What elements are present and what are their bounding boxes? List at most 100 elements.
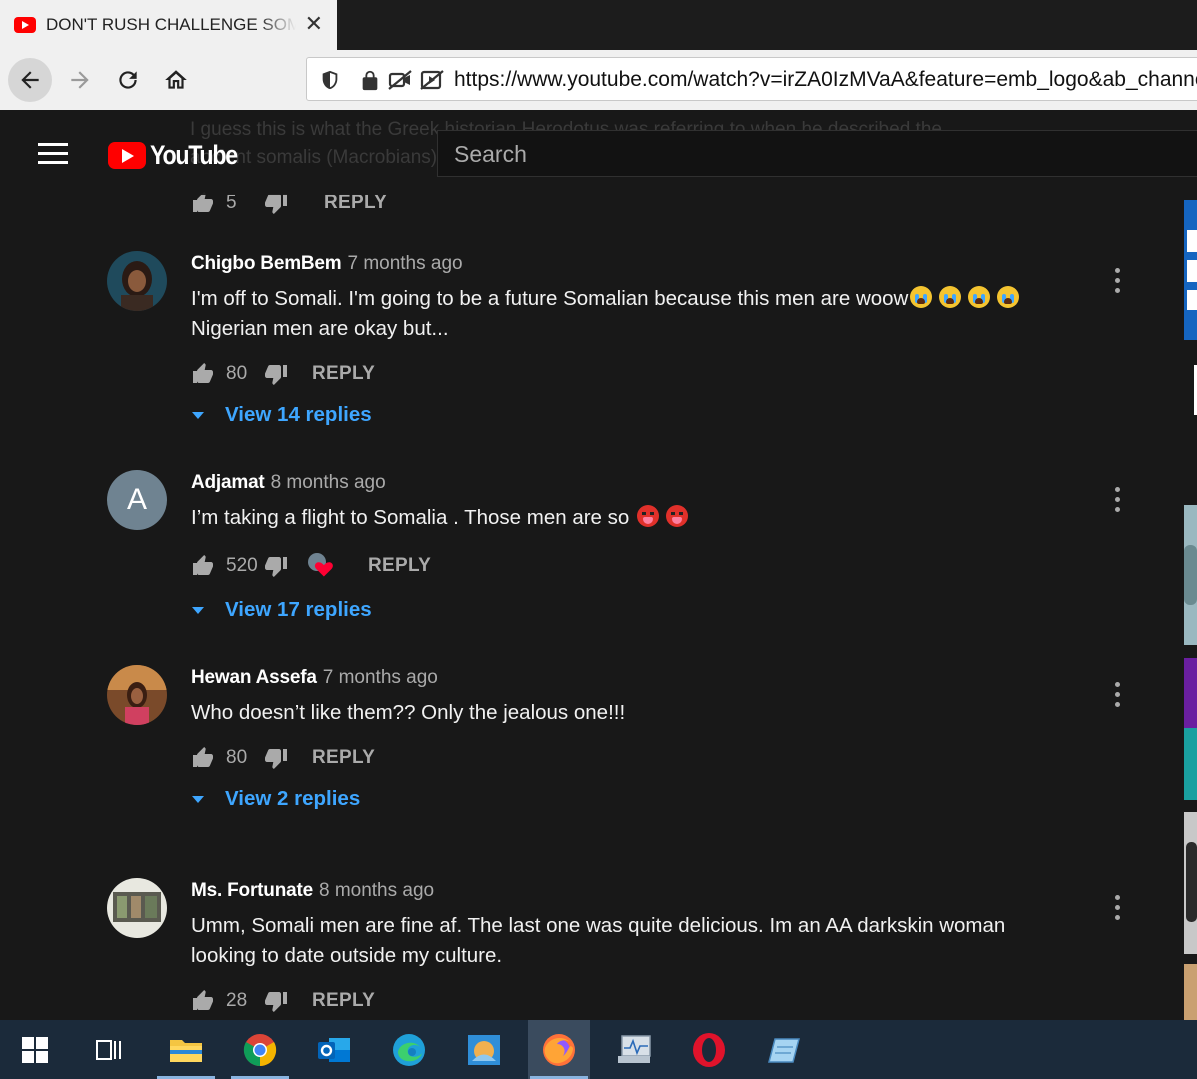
loudly-crying-face-icon <box>997 286 1020 308</box>
thumbs-up-icon[interactable] <box>191 362 215 386</box>
comment-author[interactable]: Chigbo BemBem <box>191 253 342 274</box>
system-monitor-icon <box>618 1034 651 1063</box>
back-button[interactable] <box>8 58 52 102</box>
comment-time[interactable]: 7 months ago <box>347 253 462 274</box>
reload-button[interactable] <box>106 58 150 102</box>
caret-down-icon <box>192 795 204 803</box>
recommended-thumbnail[interactable] <box>1184 355 1197 495</box>
reply-button[interactable]: REPLY <box>324 192 387 214</box>
comment-time[interactable]: 7 months ago <box>323 667 438 688</box>
like-count: 80 <box>226 363 248 384</box>
camera-blocked-icon[interactable] <box>387 68 413 92</box>
comment-menu-icon[interactable] <box>1110 485 1126 515</box>
notepad-icon <box>768 1037 800 1063</box>
thumbs-up-icon[interactable] <box>191 746 215 770</box>
search-input[interactable] <box>454 141 1154 167</box>
windows-start-button[interactable] <box>4 1020 66 1079</box>
caret-down-icon <box>192 606 204 614</box>
thumbs-down-icon[interactable] <box>264 554 288 578</box>
close-tab-icon[interactable]: ✕ <box>305 13 323 35</box>
comment-author[interactable]: Ms. Fortunate <box>191 880 313 901</box>
reply-button[interactable]: REPLY <box>312 747 375 769</box>
comment-author[interactable]: Hewan Assefa <box>191 667 317 688</box>
comment-author[interactable]: Adjamat <box>191 472 265 493</box>
comment-menu-icon[interactable] <box>1110 266 1126 296</box>
edge-icon <box>393 1033 425 1066</box>
file-explorer-button[interactable] <box>155 1020 217 1079</box>
folder-icon <box>170 1039 202 1062</box>
screen: 5 REPLY Chigbo BemBem 7 months ago I'm of… <box>0 0 1197 1079</box>
thumbs-up-icon[interactable] <box>191 989 215 1013</box>
task-view-button[interactable] <box>78 1020 140 1079</box>
recommended-thumbnail[interactable] <box>1184 658 1197 800</box>
comment-actions: 80 REPLY <box>191 361 375 387</box>
comment-text-line: I’m taking a flight to Somalia . Those m… <box>191 506 630 529</box>
reply-button[interactable]: REPLY <box>312 363 375 385</box>
avatar[interactable] <box>107 878 167 938</box>
search-box[interactable] <box>437 130 1197 177</box>
comment-header: Adjamat 8 months ago <box>191 472 386 494</box>
forward-button[interactable] <box>58 58 102 102</box>
menu-icon[interactable] <box>38 143 68 165</box>
avatar-image <box>107 665 167 725</box>
thumbs-down-icon[interactable] <box>264 746 288 770</box>
avatar-letter: A <box>126 483 147 516</box>
outlook-button[interactable] <box>303 1020 365 1079</box>
recommended-thumbnail[interactable] <box>1184 964 1197 1020</box>
photos-button[interactable] <box>453 1020 515 1079</box>
caret-down-icon <box>192 411 204 419</box>
thumbs-down-icon[interactable] <box>264 362 288 386</box>
chrome-button[interactable] <box>229 1020 291 1079</box>
url-text[interactable]: https://www.youtube.com/watch?v=irZA0IzM… <box>454 68 1197 92</box>
reload-icon <box>119 71 137 89</box>
comment-text-line: Umm, Somali men are fine af. The last on… <box>191 914 1006 937</box>
home-button[interactable] <box>154 58 198 102</box>
task-view-icon <box>96 1039 121 1060</box>
like-count: 28 <box>226 990 248 1011</box>
youtube-play-icon <box>108 142 146 169</box>
youtube-logo[interactable]: YouTube <box>108 140 251 171</box>
reply-button[interactable]: REPLY <box>312 990 375 1012</box>
comment-time[interactable]: 8 months ago <box>271 472 386 493</box>
thumbs-up-icon[interactable] <box>191 554 215 578</box>
view-replies-label: View 14 replies <box>225 403 372 426</box>
opera-icon <box>693 1032 725 1067</box>
comment-menu-icon[interactable] <box>1110 680 1126 710</box>
browser-tab[interactable]: DON'T RUSH CHALLENGE SOMALI ✕ <box>0 0 337 50</box>
loudly-crying-face-icon <box>939 286 962 308</box>
reply-button[interactable]: REPLY <box>368 555 431 577</box>
avatar[interactable] <box>107 665 167 725</box>
photos-icon <box>468 1034 500 1065</box>
system-monitor-button[interactable] <box>603 1020 665 1079</box>
url-bar[interactable]: https://www.youtube.com/watch?v=irZA0IzM… <box>306 57 1197 101</box>
recommended-thumbnail[interactable] <box>1184 505 1197 645</box>
avatar[interactable]: A <box>107 470 167 530</box>
view-replies-label: View 17 replies <box>225 598 372 621</box>
view-replies-button[interactable]: View 14 replies <box>190 403 372 427</box>
firefox-button[interactable] <box>528 1020 590 1079</box>
comment-actions: 80 REPLY <box>191 745 375 771</box>
edge-button[interactable] <box>378 1020 440 1079</box>
comment-text-line: Who doesn’t like them?? Only the jealous… <box>191 701 626 724</box>
recommended-thumbnail[interactable] <box>1184 200 1197 340</box>
shield-icon[interactable] <box>319 68 341 92</box>
home-icon <box>165 70 187 89</box>
autoplay-blocked-icon[interactable] <box>419 68 445 92</box>
windows-logo-icon <box>22 1036 48 1063</box>
comment-time[interactable]: 8 months ago <box>319 880 434 901</box>
taskbar <box>0 1020 1197 1079</box>
opera-button[interactable] <box>678 1020 740 1079</box>
notepad-button[interactable] <box>753 1020 815 1079</box>
hot-face-icon <box>637 505 660 527</box>
lock-icon[interactable] <box>359 68 381 92</box>
comment-text: Who doesn’t like them?? Only the jealous… <box>191 698 1071 728</box>
thumbs-down-icon[interactable] <box>264 989 288 1013</box>
youtube-favicon-icon <box>14 17 36 33</box>
avatar[interactable] <box>107 251 167 311</box>
navigation-bar: https://www.youtube.com/watch?v=irZA0IzM… <box>0 50 1197 110</box>
recommended-thumbnail[interactable] <box>1184 812 1197 954</box>
view-replies-button[interactable]: View 17 replies <box>190 598 372 622</box>
comment-menu-icon[interactable] <box>1110 893 1126 923</box>
view-replies-button[interactable]: View 2 replies <box>190 787 360 811</box>
comment-actions: 28 REPLY <box>191 988 375 1014</box>
